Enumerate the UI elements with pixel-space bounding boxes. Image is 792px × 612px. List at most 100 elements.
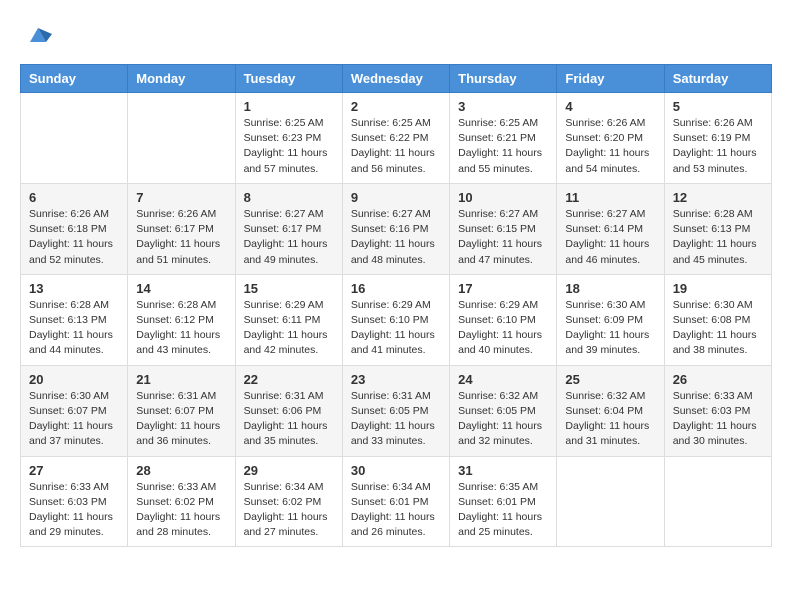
- day-info: Sunrise: 6:33 AMSunset: 6:03 PMDaylight:…: [673, 389, 763, 450]
- day-info: Sunrise: 6:29 AMSunset: 6:10 PMDaylight:…: [351, 298, 441, 359]
- day-info: Sunrise: 6:30 AMSunset: 6:08 PMDaylight:…: [673, 298, 763, 359]
- day-info: Sunrise: 6:27 AMSunset: 6:17 PMDaylight:…: [244, 207, 334, 268]
- calendar-cell: [21, 93, 128, 184]
- day-header-wednesday: Wednesday: [342, 65, 449, 93]
- calendar-cell: 23 Sunrise: 6:31 AMSunset: 6:05 PMDayligh…: [342, 365, 449, 456]
- logo: [20, 20, 52, 48]
- day-info: Sunrise: 6:31 AMSunset: 6:05 PMDaylight:…: [351, 389, 441, 450]
- calendar-cell: 14Sunrise: 6:28 AMSunset: 6:12 PMDayligh…: [128, 274, 235, 365]
- calendar-table: SundayMondayTuesdayWednesdayThursdayFrid…: [20, 64, 772, 547]
- day-info: Sunrise: 6:26 AMSunset: 6:20 PMDaylight:…: [565, 116, 655, 177]
- day-number: 26: [673, 372, 763, 387]
- calendar-cell: [664, 456, 771, 547]
- calendar-cell: 12 Sunrise: 6:28 AMSunset: 6:13 PMDayligh…: [664, 183, 771, 274]
- day-number: 25: [565, 372, 655, 387]
- day-info: Sunrise: 6:29 AMSunset: 6:11 PMDaylight:…: [244, 298, 334, 359]
- day-number: 3: [458, 99, 548, 114]
- day-number: 10: [458, 190, 548, 205]
- calendar-cell: 25 Sunrise: 6:32 AMSunset: 6:04 PMDayligh…: [557, 365, 664, 456]
- day-info: Sunrise: 6:27 AMSunset: 6:15 PMDaylight:…: [458, 207, 548, 268]
- day-number: 28: [136, 463, 226, 478]
- day-info: Sunrise: 6:25 AMSunset: 6:21 PMDaylight:…: [458, 116, 548, 177]
- day-info: Sunrise: 6:28 AMSunset: 6:12 PMDaylight:…: [136, 298, 226, 359]
- day-number: 8: [244, 190, 334, 205]
- calendar-cell: 27 Sunrise: 6:33 AMSunset: 6:03 PMDayligh…: [21, 456, 128, 547]
- calendar-cell: 6 Sunrise: 6:26 AMSunset: 6:18 PMDaylight…: [21, 183, 128, 274]
- day-info: Sunrise: 6:32 AMSunset: 6:05 PMDaylight:…: [458, 389, 548, 450]
- day-number: 6: [29, 190, 119, 205]
- calendar-cell: 17 Sunrise: 6:29 AMSunset: 6:10 PMDayligh…: [450, 274, 557, 365]
- week-row-3: 13Sunrise: 6:28 AMSunset: 6:13 PMDayligh…: [21, 274, 772, 365]
- day-number: 23: [351, 372, 441, 387]
- calendar-cell: 26 Sunrise: 6:33 AMSunset: 6:03 PMDayligh…: [664, 365, 771, 456]
- calendar-cell: 31 Sunrise: 6:35 AMSunset: 6:01 PMDayligh…: [450, 456, 557, 547]
- day-info: Sunrise: 6:26 AMSunset: 6:18 PMDaylight:…: [29, 207, 119, 268]
- calendar-cell: 24 Sunrise: 6:32 AMSunset: 6:05 PMDayligh…: [450, 365, 557, 456]
- calendar-cell: 1 Sunrise: 6:25 AMSunset: 6:23 PMDaylight…: [235, 93, 342, 184]
- day-info: Sunrise: 6:33 AMSunset: 6:03 PMDaylight:…: [29, 480, 119, 541]
- calendar-cell: 15 Sunrise: 6:29 AMSunset: 6:11 PMDayligh…: [235, 274, 342, 365]
- day-number: 17: [458, 281, 548, 296]
- day-header-friday: Friday: [557, 65, 664, 93]
- day-header-sunday: Sunday: [21, 65, 128, 93]
- calendar-cell: 28 Sunrise: 6:33 AMSunset: 6:02 PMDayligh…: [128, 456, 235, 547]
- calendar-cell: 11 Sunrise: 6:27 AMSunset: 6:14 PMDayligh…: [557, 183, 664, 274]
- week-row-4: 20 Sunrise: 6:30 AMSunset: 6:07 PMDayligh…: [21, 365, 772, 456]
- week-row-1: 1 Sunrise: 6:25 AMSunset: 6:23 PMDaylight…: [21, 93, 772, 184]
- day-info: Sunrise: 6:29 AMSunset: 6:10 PMDaylight:…: [458, 298, 548, 359]
- day-number: 1: [244, 99, 334, 114]
- calendar-cell: 9Sunrise: 6:27 AMSunset: 6:16 PMDaylight…: [342, 183, 449, 274]
- day-info: Sunrise: 6:33 AMSunset: 6:02 PMDaylight:…: [136, 480, 226, 541]
- calendar-cell: 4Sunrise: 6:26 AMSunset: 6:20 PMDaylight…: [557, 93, 664, 184]
- day-number: 24: [458, 372, 548, 387]
- calendar-cell: [128, 93, 235, 184]
- day-info: Sunrise: 6:27 AMSunset: 6:14 PMDaylight:…: [565, 207, 655, 268]
- day-number: 30: [351, 463, 441, 478]
- day-number: 29: [244, 463, 334, 478]
- day-info: Sunrise: 6:30 AMSunset: 6:07 PMDaylight:…: [29, 389, 119, 450]
- day-info: Sunrise: 6:26 AMSunset: 6:19 PMDaylight:…: [673, 116, 763, 177]
- week-row-2: 6 Sunrise: 6:26 AMSunset: 6:18 PMDaylight…: [21, 183, 772, 274]
- day-number: 12: [673, 190, 763, 205]
- day-number: 19: [673, 281, 763, 296]
- day-info: Sunrise: 6:32 AMSunset: 6:04 PMDaylight:…: [565, 389, 655, 450]
- calendar-cell: 7Sunrise: 6:26 AMSunset: 6:17 PMDaylight…: [128, 183, 235, 274]
- day-number: 2: [351, 99, 441, 114]
- calendar-cell: 19 Sunrise: 6:30 AMSunset: 6:08 PMDayligh…: [664, 274, 771, 365]
- day-number: 16: [351, 281, 441, 296]
- calendar-cell: [557, 456, 664, 547]
- calendar-cell: 10 Sunrise: 6:27 AMSunset: 6:15 PMDayligh…: [450, 183, 557, 274]
- day-info: Sunrise: 6:31 AMSunset: 6:07 PMDaylight:…: [136, 389, 226, 450]
- calendar-cell: 22 Sunrise: 6:31 AMSunset: 6:06 PMDayligh…: [235, 365, 342, 456]
- day-number: 18: [565, 281, 655, 296]
- day-number: 5: [673, 99, 763, 114]
- day-number: 31: [458, 463, 548, 478]
- logo-icon: [24, 20, 52, 48]
- calendar-cell: 2 Sunrise: 6:25 AMSunset: 6:22 PMDaylight…: [342, 93, 449, 184]
- day-header-tuesday: Tuesday: [235, 65, 342, 93]
- day-info: Sunrise: 6:25 AMSunset: 6:23 PMDaylight:…: [244, 116, 334, 177]
- calendar-cell: 16 Sunrise: 6:29 AMSunset: 6:10 PMDayligh…: [342, 274, 449, 365]
- day-number: 22: [244, 372, 334, 387]
- day-info: Sunrise: 6:25 AMSunset: 6:22 PMDaylight:…: [351, 116, 441, 177]
- day-info: Sunrise: 6:34 AMSunset: 6:02 PMDaylight:…: [244, 480, 334, 541]
- day-number: 21: [136, 372, 226, 387]
- day-number: 20: [29, 372, 119, 387]
- calendar-cell: 18 Sunrise: 6:30 AMSunset: 6:09 PMDayligh…: [557, 274, 664, 365]
- header-row: SundayMondayTuesdayWednesdayThursdayFrid…: [21, 65, 772, 93]
- day-number: 27: [29, 463, 119, 478]
- day-number: 15: [244, 281, 334, 296]
- day-header-thursday: Thursday: [450, 65, 557, 93]
- day-info: Sunrise: 6:35 AMSunset: 6:01 PMDaylight:…: [458, 480, 548, 541]
- day-header-monday: Monday: [128, 65, 235, 93]
- calendar-cell: 13Sunrise: 6:28 AMSunset: 6:13 PMDayligh…: [21, 274, 128, 365]
- day-info: Sunrise: 6:28 AMSunset: 6:13 PMDaylight:…: [29, 298, 119, 359]
- day-info: Sunrise: 6:28 AMSunset: 6:13 PMDaylight:…: [673, 207, 763, 268]
- calendar-cell: 20 Sunrise: 6:30 AMSunset: 6:07 PMDayligh…: [21, 365, 128, 456]
- calendar-cell: 3 Sunrise: 6:25 AMSunset: 6:21 PMDaylight…: [450, 93, 557, 184]
- day-info: Sunrise: 6:30 AMSunset: 6:09 PMDaylight:…: [565, 298, 655, 359]
- day-number: 11: [565, 190, 655, 205]
- day-number: 9: [351, 190, 441, 205]
- day-info: Sunrise: 6:26 AMSunset: 6:17 PMDaylight:…: [136, 207, 226, 268]
- day-info: Sunrise: 6:31 AMSunset: 6:06 PMDaylight:…: [244, 389, 334, 450]
